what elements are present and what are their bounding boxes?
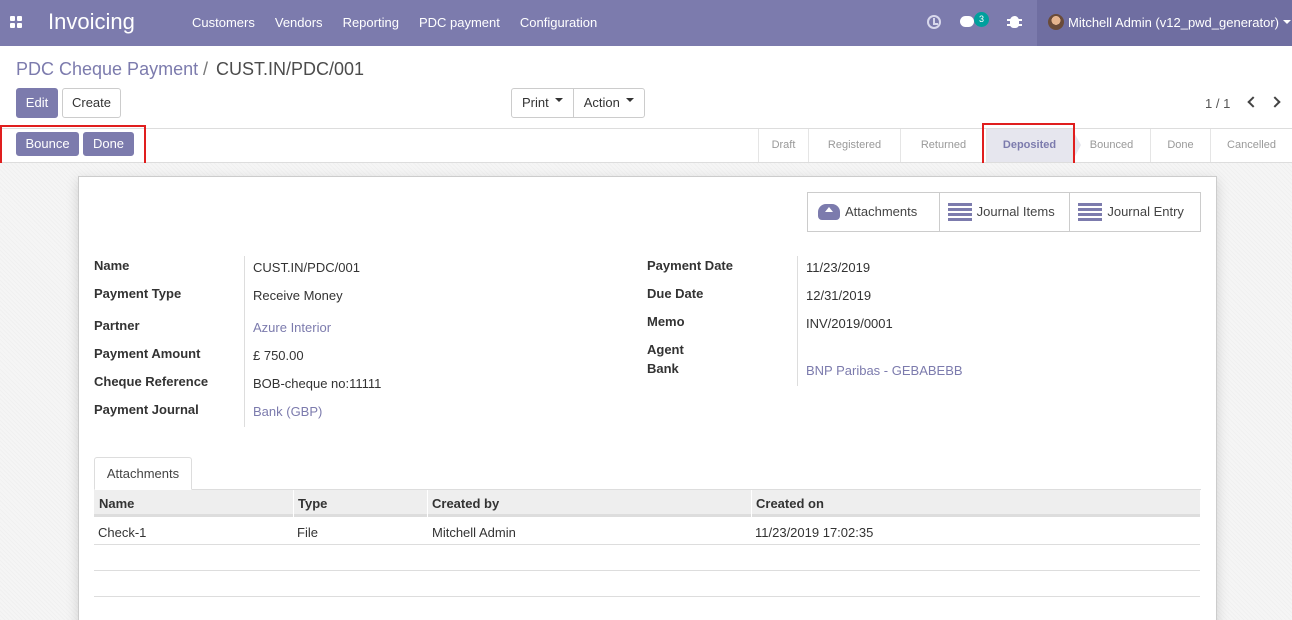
attachments-smart-button[interactable]: Attachments bbox=[808, 193, 939, 231]
attachments-label: Attachments bbox=[845, 204, 918, 219]
table-header: Name Type Created by Created on bbox=[94, 490, 1200, 517]
page-title: CUST.IN/PDC/001 bbox=[216, 59, 365, 79]
menu-customers[interactable]: Customers bbox=[182, 0, 265, 46]
create-button[interactable]: Create bbox=[62, 88, 121, 118]
messages-icon[interactable] bbox=[960, 16, 974, 27]
user-name: Mitchell Admin (v12_pwd_generator) bbox=[1068, 15, 1279, 30]
stage-returned[interactable]: Returned bbox=[900, 129, 995, 162]
messages-count-badge: 3 bbox=[974, 12, 989, 27]
menu-pdc-payment[interactable]: PDC payment bbox=[409, 0, 510, 46]
table-row[interactable]: Check-1 File Mitchell Admin 11/23/2019 1… bbox=[94, 519, 1200, 545]
journal-entry-smart-button[interactable]: Journal Entry bbox=[1069, 193, 1200, 231]
stage-label: Draft bbox=[771, 139, 796, 151]
action-dropdown[interactable]: Action bbox=[572, 89, 644, 117]
cheque-reference-value: BOB-cheque no:11111 bbox=[253, 376, 382, 391]
journal-items-label: Journal Items bbox=[976, 204, 1055, 219]
status-bar: Bounce Done Draft Registered Returned De… bbox=[0, 129, 1292, 163]
empty-row bbox=[94, 571, 1200, 597]
due-date-label: Due Date bbox=[647, 286, 704, 301]
debug-bug-icon[interactable] bbox=[1007, 16, 1022, 28]
smart-buttons: Attachments Journal Items Journal Entry bbox=[807, 192, 1201, 232]
pager-next-icon[interactable] bbox=[1269, 96, 1281, 108]
column-header-type[interactable]: Type bbox=[298, 496, 327, 511]
field-separator bbox=[797, 256, 798, 386]
avatar bbox=[1048, 14, 1064, 30]
due-date-value: 12/31/2019 bbox=[806, 288, 872, 303]
bank-link[interactable]: BNP Paribas - GEBABEBB bbox=[806, 363, 963, 378]
journal-items-smart-button[interactable]: Journal Items bbox=[938, 193, 1070, 231]
stage-label: Cancelled bbox=[1227, 139, 1276, 151]
column-header-name[interactable]: Name bbox=[99, 496, 134, 511]
memo-label: Memo bbox=[647, 314, 685, 329]
tab-attachments[interactable]: Attachments bbox=[94, 457, 192, 490]
stage-draft[interactable]: Draft bbox=[758, 129, 817, 162]
user-menu[interactable]: Mitchell Admin (v12_pwd_generator) bbox=[1037, 0, 1292, 46]
chevron-down-icon bbox=[1283, 20, 1291, 28]
stage-label: Returned bbox=[920, 139, 967, 151]
payment-amount-value: £ 750.00 bbox=[253, 348, 304, 363]
name-label: Name bbox=[94, 258, 130, 273]
payment-amount-label: Payment Amount bbox=[94, 346, 201, 361]
partner-label: Partner bbox=[94, 318, 140, 333]
payment-journal-label: Payment Journal bbox=[94, 402, 199, 417]
cell-created-by: Mitchell Admin bbox=[432, 525, 516, 540]
print-dropdown[interactable]: Print bbox=[512, 89, 573, 117]
edit-button[interactable]: Edit bbox=[16, 88, 58, 118]
cell-created-on: 11/23/2019 17:02:35 bbox=[755, 525, 874, 540]
print-label: Print bbox=[522, 95, 549, 110]
payment-journal-link[interactable]: Bank (GBP) bbox=[253, 404, 322, 419]
stage-label: Bounced bbox=[1089, 139, 1134, 151]
caret-down-icon bbox=[625, 97, 634, 106]
breadcrumb-parent[interactable]: PDC Cheque Payment bbox=[16, 59, 198, 80]
list-icon bbox=[1078, 203, 1103, 221]
bank-label: Bank bbox=[647, 361, 679, 376]
name-value: CUST.IN/PDC/001 bbox=[253, 260, 360, 275]
stage-label: Registered bbox=[827, 139, 882, 151]
breadcrumb-separator: / bbox=[203, 59, 209, 79]
payment-date-value: 11/23/2019 bbox=[806, 260, 871, 275]
list-icon bbox=[947, 203, 972, 221]
partner-link[interactable]: Azure Interior bbox=[253, 320, 331, 335]
stage-done[interactable]: Done bbox=[1150, 129, 1219, 162]
column-header-created-by[interactable]: Created by bbox=[432, 496, 499, 511]
stage-cancelled[interactable]: Cancelled bbox=[1210, 129, 1292, 162]
pager-value[interactable]: 1 / 1 bbox=[1205, 96, 1230, 111]
cell-name: Check-1 bbox=[98, 525, 147, 540]
payment-type-value: Receive Money bbox=[253, 288, 343, 303]
memo-value: INV/2019/0001 bbox=[806, 316, 893, 331]
app-name[interactable]: Invoicing bbox=[48, 9, 135, 35]
cheque-reference-label: Cheque Reference bbox=[94, 374, 209, 389]
top-navbar: Invoicing Customers Vendors Reporting PD… bbox=[0, 0, 1292, 46]
apps-menu-icon[interactable] bbox=[10, 16, 22, 28]
column-header-created-on[interactable]: Created on bbox=[756, 496, 824, 511]
pager-previous-icon[interactable] bbox=[1247, 96, 1259, 108]
menu-vendors[interactable]: Vendors bbox=[265, 0, 333, 46]
menu-reporting[interactable]: Reporting bbox=[333, 0, 409, 46]
journal-entry-label: Journal Entry bbox=[1107, 204, 1184, 219]
control-panel: PDC Cheque Payment / CUST.IN/PDC/001 Edi… bbox=[0, 46, 1292, 129]
stage-label: Done bbox=[1167, 139, 1194, 151]
main-menu: Customers Vendors Reporting PDC payment … bbox=[182, 0, 607, 46]
field-separator bbox=[244, 256, 245, 427]
payment-date-label: Payment Date bbox=[647, 258, 733, 273]
stage-bounced[interactable]: Bounced bbox=[1072, 129, 1159, 162]
caret-down-icon bbox=[554, 97, 563, 106]
activity-clock-icon[interactable] bbox=[927, 15, 941, 29]
action-label: Action bbox=[583, 95, 620, 110]
cloud-upload-icon bbox=[818, 204, 840, 220]
empty-row bbox=[94, 545, 1200, 571]
cell-type: File bbox=[297, 525, 318, 540]
payment-type-label: Payment Type bbox=[94, 286, 182, 301]
agent-label: Agent bbox=[647, 342, 684, 357]
stage-registered[interactable]: Registered bbox=[808, 129, 909, 162]
menu-configuration[interactable]: Configuration bbox=[510, 0, 607, 46]
print-action-group: Print Action bbox=[511, 88, 645, 118]
